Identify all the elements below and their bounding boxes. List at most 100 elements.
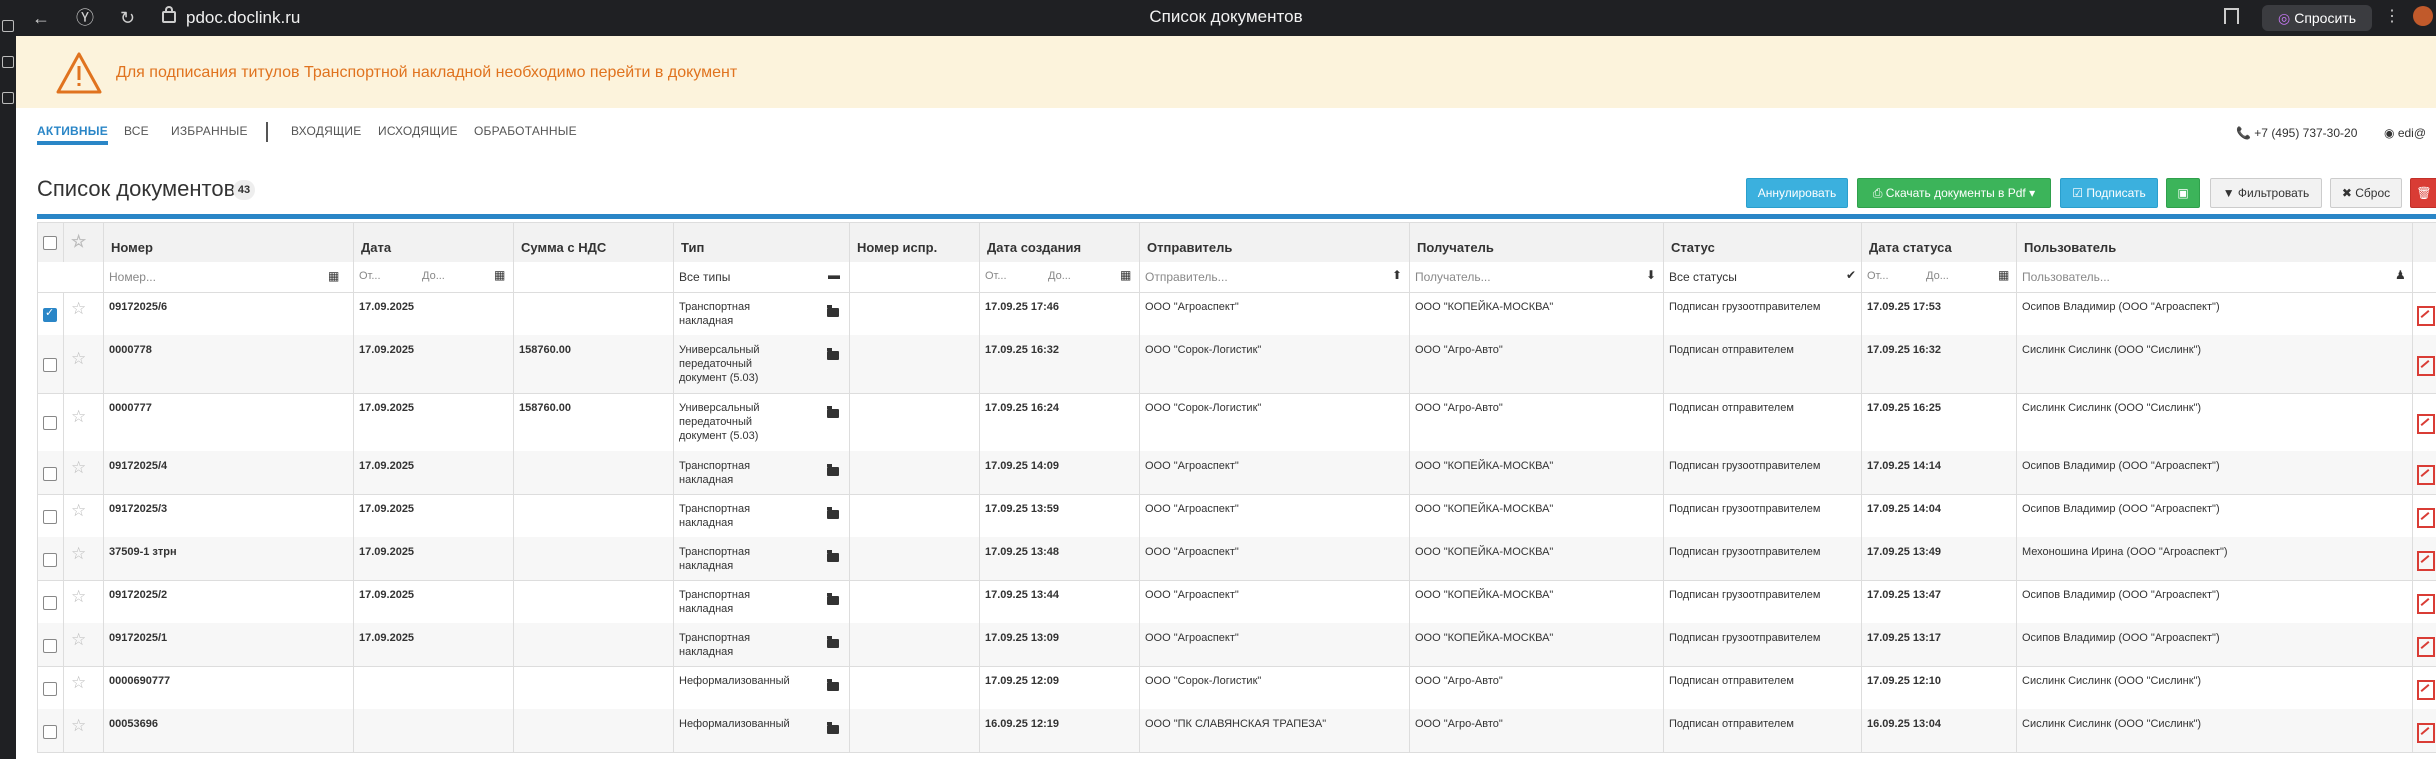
reset-button[interactable]: ✖ Сброс — [2330, 178, 2402, 208]
row-checkbox[interactable] — [43, 724, 57, 739]
star-icon[interactable]: ☆ — [71, 588, 86, 605]
filter-button[interactable]: ▼ Фильтровать — [2210, 178, 2322, 208]
col-created[interactable]: Дата создания — [979, 223, 1139, 263]
row-checkbox[interactable] — [43, 306, 57, 322]
sidebar-icon[interactable] — [2, 20, 14, 32]
folder-icon[interactable] — [827, 406, 839, 418]
row-checkbox[interactable] — [43, 681, 57, 696]
table-row[interactable]: ☆ 00053696 Неформализованный 16.09.25 12:19… — [37, 709, 2436, 753]
star-icon[interactable]: ☆ — [71, 674, 86, 691]
col-status[interactable]: Статус — [1663, 223, 1861, 263]
table-view-icon[interactable]: ▦ — [328, 269, 339, 283]
calendar-icon[interactable]: ▦ — [1998, 268, 2009, 282]
col-number[interactable]: Номер — [103, 223, 347, 263]
col-status-date[interactable]: Дата статуса — [1861, 223, 2016, 263]
star-icon[interactable]: ☆ — [71, 408, 86, 425]
sidebar-icon[interactable] — [2, 92, 14, 104]
arrow-up-icon[interactable]: ⬆ — [1392, 268, 1402, 282]
excel-export-button[interactable]: ▣ — [2166, 178, 2200, 208]
folder-icon[interactable] — [827, 305, 839, 317]
table-row[interactable]: ☆ 09172025/617.09.2025 Транспортная наклад… — [37, 292, 2436, 336]
pdf-icon[interactable] — [2417, 593, 2435, 614]
tab-all[interactable]: ВСЕ — [124, 124, 149, 138]
date-to-input[interactable]: До... — [422, 270, 445, 282]
table-row[interactable]: ☆ 0000777 17.09.2025 158760.00 Универсальный… — [37, 393, 2436, 452]
sender-filter-input[interactable]: Отправитель... — [1145, 270, 1228, 284]
folder-icon[interactable] — [827, 550, 839, 562]
table-row[interactable]: ☆ 09172025/4 17.09.2025 Транспортная наклад… — [37, 451, 2436, 495]
folder-icon[interactable] — [827, 679, 839, 691]
user-menu[interactable]: ◉ edi@ — [2384, 126, 2426, 140]
number-filter-input[interactable]: Номер... — [109, 270, 156, 284]
table-row[interactable]: ☆ 09172025/3 17.09.2025 Транспортная наклад… — [37, 494, 2436, 538]
pdf-icon[interactable] — [2417, 464, 2435, 485]
ask-button[interactable]: ◎ Спросить — [2262, 5, 2372, 31]
table-row[interactable]: ☆ 0000778 17.09.2025 158760.00 Универсальный… — [37, 335, 2436, 394]
star-icon[interactable]: ☆ — [71, 631, 86, 648]
tab-processed[interactable]: ОБРАБОТАННЫЕ — [474, 124, 577, 138]
checkmark-icon[interactable]: ✔ — [1846, 268, 1856, 282]
col-sum[interactable]: Сумма с НДС — [513, 223, 673, 263]
row-checkbox[interactable] — [43, 509, 57, 524]
row-checkbox[interactable] — [43, 416, 57, 430]
created-from-input[interactable]: От... — [985, 270, 1007, 282]
col-date[interactable]: Дата — [353, 223, 513, 263]
row-checkbox[interactable] — [43, 358, 57, 372]
type-filter-select[interactable]: Все типы — [679, 270, 730, 284]
table-row[interactable]: ☆ 37509-1 зтрн 17.09.2025 Транспортная накл… — [37, 537, 2436, 581]
tab-outgoing[interactable]: ИСХОДЯЩИЕ — [378, 124, 458, 138]
pdf-icon[interactable] — [2417, 507, 2435, 528]
date-from-input[interactable]: От... — [359, 270, 381, 282]
col-fix-number[interactable]: Номер испр. — [849, 223, 979, 263]
pdf-icon[interactable] — [2417, 356, 2435, 376]
calendar-icon[interactable]: ▦ — [1120, 268, 1131, 282]
folder-icon[interactable] — [827, 636, 839, 648]
pdf-icon[interactable] — [2417, 679, 2435, 700]
person-icon[interactable]: ♟ — [2395, 268, 2406, 282]
sidebar-icon[interactable] — [2, 56, 14, 68]
star-icon[interactable]: ☆ — [71, 350, 86, 367]
delete-button[interactable]: 🗑 — [2410, 178, 2436, 208]
row-checkbox[interactable] — [43, 466, 57, 481]
annul-button[interactable]: Аннулировать — [1746, 178, 1848, 208]
calendar-icon[interactable]: ▦ — [494, 268, 505, 282]
folder-icon[interactable] — [827, 507, 839, 519]
bookmark-icon[interactable] — [2224, 8, 2239, 24]
download-pdf-button[interactable]: ⎙ Скачать документы в Pdf ▾ — [1857, 178, 2051, 208]
col-sender[interactable]: Отправитель — [1139, 223, 1409, 263]
col-type[interactable]: Тип — [673, 223, 849, 263]
pdf-icon[interactable] — [2417, 305, 2435, 326]
pdf-icon[interactable] — [2417, 636, 2435, 657]
folder-icon[interactable] — [827, 722, 839, 734]
user-filter-input[interactable]: Пользователь... — [2022, 270, 2110, 284]
star-icon[interactable]: ☆ — [71, 459, 86, 476]
pdf-icon[interactable] — [2417, 550, 2435, 571]
created-to-input[interactable]: До... — [1048, 270, 1071, 282]
profile-avatar[interactable] — [2413, 6, 2433, 26]
status-filter-select[interactable]: Все статусы — [1669, 270, 1737, 284]
pdf-icon[interactable] — [2417, 414, 2435, 434]
status-date-to-input[interactable]: До... — [1926, 270, 1949, 282]
col-receiver[interactable]: Получатель — [1409, 223, 1663, 263]
star-icon[interactable]: ☆ — [71, 717, 86, 734]
row-checkbox[interactable] — [43, 595, 57, 610]
select-all-checkbox[interactable] — [43, 236, 57, 250]
col-user[interactable]: Пользователь — [2016, 223, 2396, 263]
row-checkbox[interactable] — [43, 638, 57, 653]
tab-active[interactable]: АКТИВНЫЕ — [37, 124, 108, 145]
table-row[interactable]: ☆ 0000690777 Неформализованный 17.09.25 12:… — [37, 666, 2436, 710]
folder-icon[interactable]: ▬ — [828, 268, 840, 282]
tab-favorites[interactable]: ИЗБРАННЫЕ — [171, 124, 248, 138]
arrow-down-icon[interactable]: ⬇ — [1646, 268, 1656, 282]
folder-icon[interactable] — [827, 348, 839, 360]
table-row[interactable]: ☆ 09172025/1 17.09.2025 Транспортная наклад… — [37, 623, 2436, 667]
star-icon[interactable]: ☆ — [71, 545, 86, 562]
browser-menu-icon[interactable]: ⋮ — [2384, 6, 2400, 26]
tab-incoming[interactable]: ВХОДЯЩИЕ — [291, 124, 361, 138]
table-row[interactable]: ☆ 09172025/2 17.09.2025 Транспортная наклад… — [37, 580, 2436, 624]
receiver-filter-input[interactable]: Получатель... — [1415, 270, 1491, 284]
sign-button[interactable]: ☑ Подписать — [2060, 178, 2158, 208]
star-icon[interactable]: ☆ — [71, 300, 86, 317]
folder-icon[interactable] — [827, 464, 839, 476]
folder-icon[interactable] — [827, 593, 839, 605]
